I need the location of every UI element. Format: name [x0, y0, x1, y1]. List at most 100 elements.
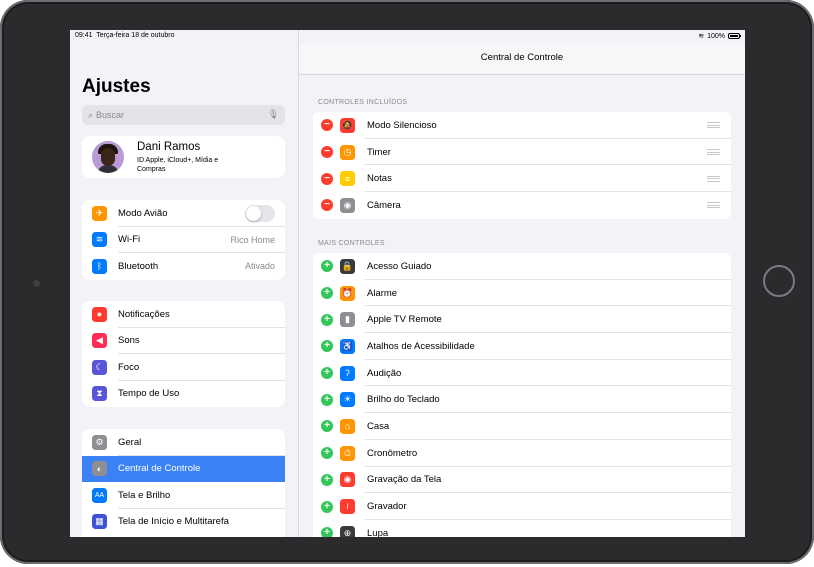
magnifier-icon: ⊕ [340, 525, 355, 537]
sidebar-item-wifi[interactable]: ≋ Wi-Fi Rico Home [82, 227, 285, 253]
included-controls-header: CONTROLES INCLUÍDOS [318, 99, 408, 106]
sidebar-item-gear[interactable]: ⚙ Geral [82, 429, 285, 456]
control-label: Acesso Guiado [367, 260, 432, 272]
remove-control-button[interactable]: − [321, 172, 333, 185]
control-row-notes: − ≡ Notas [313, 165, 731, 193]
sidebar-item-control-center[interactable]: ◐ Central de Controle [82, 455, 285, 482]
sidebar-item-label: Sons [118, 335, 140, 347]
sounds-icon: ◀ [92, 333, 107, 349]
wifi-status-icon: ≋ [698, 33, 705, 40]
status-date: Terça-feira 18 de outubro [96, 32, 175, 39]
control-label: Atalhos de Acessibilidade [367, 340, 475, 352]
control-label: Lupa [367, 527, 389, 537]
accessibility-icon: ♿ [340, 338, 355, 354]
general-group: ⚙ Geral ◐ Central de Controle AA Tela e Brilh… [82, 429, 285, 537]
more-controls-list: + 🔒 Acesso Guiado + ⏰ Alarme + ▮ Apple TV Remote… [313, 253, 731, 537]
add-control-button[interactable]: + [321, 393, 333, 406]
add-control-button[interactable]: + [321, 367, 333, 380]
add-control-button[interactable]: + [321, 447, 333, 460]
control-label: Alarme [367, 287, 398, 299]
bluetooth-icon: ᛒ [92, 258, 107, 274]
notifications-icon: ● [92, 306, 107, 322]
control-row-guided-access-lock: + 🔒 Acesso Guiado [313, 253, 731, 280]
status-time: 09:41 [75, 32, 93, 39]
sidebar-item-focus-moon[interactable]: ☾ Foco [82, 354, 285, 381]
home-icon: ⌂ [340, 418, 355, 434]
reorder-handle-icon[interactable] [707, 202, 720, 209]
control-row-home: + ⌂ Casa [313, 413, 731, 440]
wifi-icon: ≋ [92, 232, 107, 248]
control-label: Notas [367, 173, 392, 185]
battery-percent: 100% [707, 32, 725, 40]
add-control-button[interactable]: + [321, 473, 333, 486]
reorder-handle-icon[interactable] [707, 149, 720, 156]
control-row-hearing-ear: + ʔ Audição [313, 360, 731, 387]
screen-time-icon: ⧗ [92, 386, 107, 402]
add-control-button[interactable]: + [321, 420, 333, 433]
sidebar-item-label: Tela de Início e Multitarefa [118, 516, 229, 528]
microphone-icon[interactable]: 🎙 [268, 109, 279, 120]
reorder-handle-icon[interactable] [707, 175, 720, 182]
control-row-camera: − ◉ Câmera [313, 192, 731, 219]
control-row-magnifier: + ⊕ Lupa [313, 520, 731, 537]
sidebar-item-home-screen[interactable]: ▦ Tela de Início e Multitarefa [82, 509, 285, 536]
hearing-ear-icon: ʔ [340, 365, 355, 381]
home-button[interactable] [763, 265, 795, 297]
search-input[interactable]: ⌕ Buscar 🎙 [82, 105, 285, 125]
remove-control-button[interactable]: − [321, 199, 333, 212]
remove-control-button[interactable]: − [321, 146, 333, 159]
included-controls-list: − 🔕 Modo Silencioso − ◷ Timer − ≡ Notas − ◉ Câmera [313, 112, 731, 219]
screen-recording-icon: ◉ [340, 472, 355, 488]
silent-bell-icon: 🔕 [340, 117, 355, 133]
status-bar: 09:41 Terça-feira 18 de outubro ≋ 100% [70, 30, 745, 44]
reorder-handle-icon[interactable] [707, 122, 720, 129]
remove-control-button[interactable]: − [321, 119, 333, 132]
airplane-mode-toggle[interactable] [245, 204, 275, 222]
control-row-screen-recording: + ◉ Gravação da Tela [313, 467, 731, 494]
airplane-icon: ✈ [92, 205, 107, 221]
sidebar-item-bluetooth[interactable]: ᛒ Bluetooth Ativado [82, 253, 285, 280]
control-row-timer: − ◷ Timer [313, 139, 731, 166]
stopwatch-icon: ⏱ [340, 445, 355, 461]
sidebar-item-label: Foco [118, 361, 140, 373]
add-control-button[interactable]: + [321, 260, 333, 273]
front-camera [33, 280, 40, 287]
sidebar-item-screen-time[interactable]: ⧗ Tempo de Uso [82, 381, 285, 408]
add-control-button[interactable]: + [321, 527, 333, 537]
sidebar-item-display-brightness[interactable]: AA Tela e Brilho [82, 482, 285, 509]
control-label: Gravador [367, 501, 407, 513]
guided-access-lock-icon: 🔒 [340, 258, 355, 274]
sidebar-item-label: Geral [118, 436, 142, 448]
add-control-button[interactable]: + [321, 500, 333, 513]
add-control-button[interactable]: + [321, 313, 333, 326]
sidebar-item-value: Ativado [244, 261, 275, 272]
sidebar-item-airplane[interactable]: ✈ Modo Avião [82, 200, 285, 227]
keyboard-brightness-icon: ☀ [340, 392, 355, 408]
focus-moon-icon: ☾ [92, 359, 107, 375]
sidebar-item-sounds[interactable]: ◀ Sons [82, 328, 285, 354]
add-control-button[interactable]: + [321, 287, 333, 300]
page-title: Central de Controle [480, 52, 564, 63]
voice-memos-icon: ≀ [340, 499, 355, 515]
ipad-bezel: Ajustes ⌕ Buscar 🎙 Dani Ramos ID Apple, … [0, 0, 814, 564]
control-row-apple-tv-remote: + ▮ Apple TV Remote [313, 306, 731, 334]
sidebar-item-label: Modo Avião [118, 207, 168, 219]
control-row-stopwatch: + ⏱ Cronômetro [313, 440, 731, 467]
add-control-button[interactable]: + [321, 340, 333, 353]
control-label: Apple TV Remote [367, 314, 442, 326]
apple-id-profile[interactable]: Dani Ramos ID Apple, iCloud+, Mídia e Co… [82, 136, 285, 178]
gear-icon: ⚙ [92, 434, 107, 450]
control-label: Cronômetro [367, 447, 418, 459]
display-brightness-icon: AA [92, 487, 107, 503]
search-icon: ⌕ [88, 109, 94, 120]
control-label: Casa [367, 420, 390, 432]
control-label: Modo Silencioso [367, 119, 437, 131]
alarm-clock-icon: ⏰ [340, 285, 355, 301]
sidebar-item-label: Wi-Fi [118, 234, 141, 246]
control-label: Câmera [367, 199, 401, 211]
notes-icon: ≡ [340, 171, 355, 187]
sidebar-item-notifications[interactable]: ● Notificações [82, 301, 285, 328]
control-row-voice-memos: + ≀ Gravador [313, 493, 731, 520]
sidebar-title: Ajustes [82, 76, 151, 97]
search-placeholder: Buscar [96, 110, 125, 120]
